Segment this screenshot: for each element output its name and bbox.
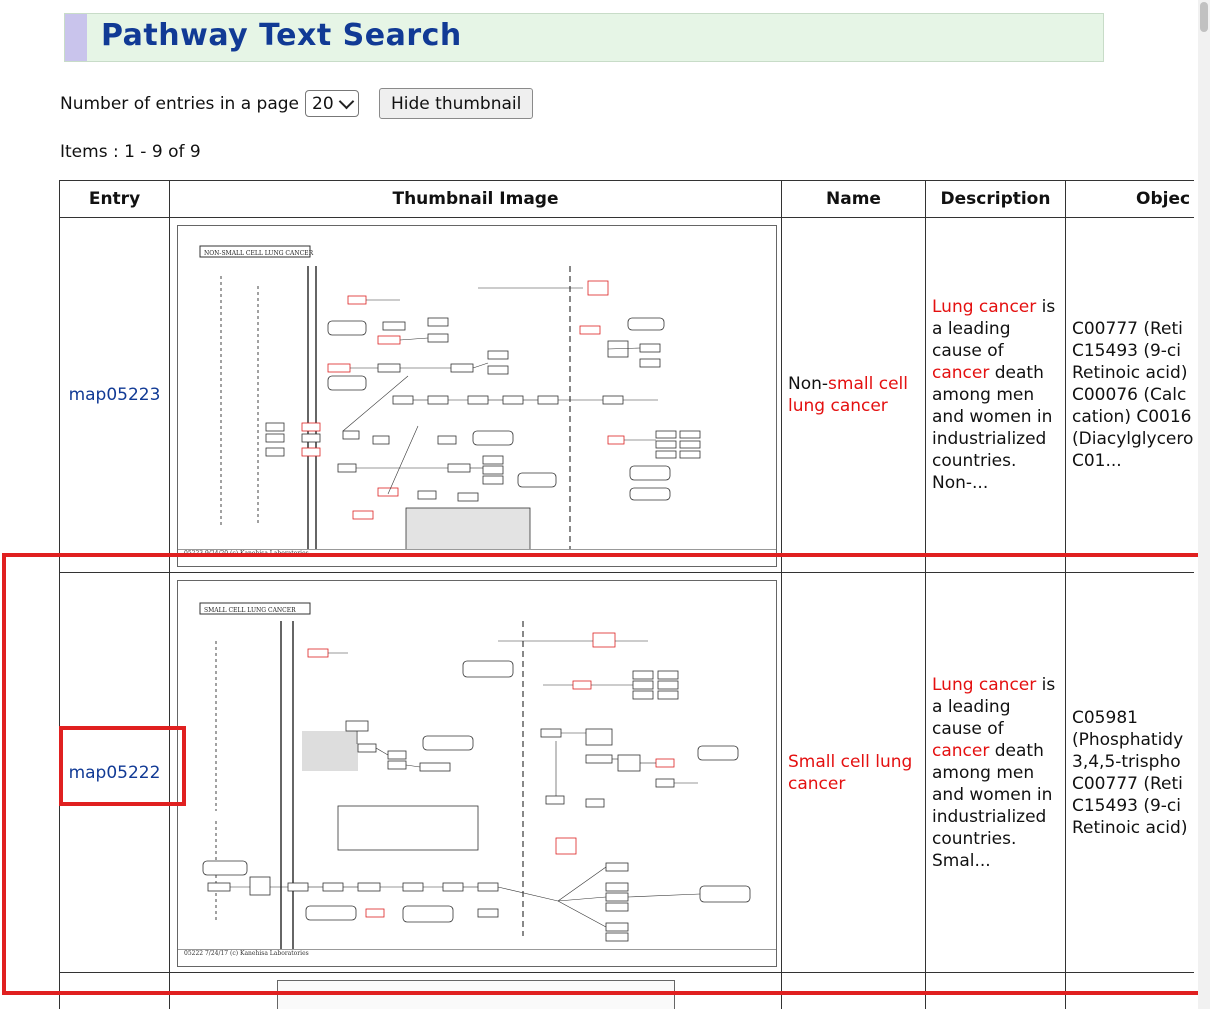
description-cell: Lung cancer is a leading cause of cancer…: [925, 572, 1066, 973]
name-prefix: Non-: [788, 374, 829, 394]
entries-per-page-select[interactable]: 20: [305, 90, 359, 117]
entries-select-value: 20: [312, 93, 334, 114]
title-accent: [65, 14, 87, 61]
entry-cell: map05222: [59, 572, 170, 973]
table-row: map05223 NON-SMALL CELL LUNG CANCER 0522…: [59, 217, 1194, 573]
thumbnail-cell: [169, 972, 782, 1009]
pathway-thumbnail[interactable]: [277, 980, 675, 1009]
results-table-wrapper: Entry Thumbnail Image Name Description O…: [59, 180, 1194, 1009]
page-title-bar: Pathway Text Search: [64, 13, 1104, 62]
objects-cell: C05981 (Phosphatidy 3,4,5-trispho C00777…: [1065, 572, 1194, 973]
page-controls: Number of entries in a page 20 Hide thum…: [60, 88, 534, 119]
pathway-diagram: SMALL CELL LUNG CANCER: [199, 602, 751, 949]
thumbnail-cell: SMALL CELL LUNG CANCER 05222 7/24/17 (c)…: [169, 572, 782, 973]
header-description: Description: [925, 180, 1066, 218]
pathway-thumbnail[interactable]: NON-SMALL CELL LUNG CANCER 05223 9/24/20…: [177, 225, 777, 567]
header-name: Name: [781, 180, 926, 218]
desc-highlight: Lung cancer: [932, 297, 1037, 317]
thumbnail-cell: NON-SMALL CELL LUNG CANCER 05223 9/24/20…: [169, 217, 782, 573]
desc-highlight: cancer: [932, 740, 990, 761]
desc-highlight: cancer: [932, 363, 990, 383]
thumb-title: NON-SMALL CELL LUNG CANCER: [204, 250, 314, 257]
pathway-diagram: NON-SMALL CELL LUNG CANCER: [199, 245, 701, 549]
desc-highlight: Lung cancer: [932, 674, 1037, 695]
name-cell: Small cell lung cancer: [781, 572, 926, 973]
items-count: Items : 1 - 9 of 9: [60, 142, 201, 162]
entry-link[interactable]: map05223: [69, 385, 161, 405]
table-header-row: Entry Thumbnail Image Name Description O…: [59, 180, 1194, 218]
description-cell: [925, 972, 1066, 1009]
results-table: Entry Thumbnail Image Name Description O…: [59, 180, 1194, 1009]
thumb-footer: 05223 9/24/20 (c) Kanehisa Laboratories: [178, 549, 776, 566]
name-cell: Non-small cell lung cancer: [781, 217, 926, 573]
header-objects: Objec: [1065, 180, 1194, 218]
scrollbar-thumb[interactable]: [1200, 2, 1208, 32]
name-highlight: Small cell lung cancer: [788, 751, 913, 794]
entry-cell: [59, 972, 170, 1009]
entries-label: Number of entries in a page: [60, 93, 299, 114]
table-row: map05222 SMALL CELL LUNG CANCER 05222 7/…: [59, 572, 1194, 973]
table-row: [59, 972, 1194, 1009]
objects-cell: [1065, 972, 1194, 1009]
name-cell: [781, 972, 926, 1009]
objects-cell: C00777 (Reti C15493 (9-ci Retinoic acid)…: [1065, 217, 1194, 573]
page-title: Pathway Text Search: [101, 18, 462, 53]
thumb-title: SMALL CELL LUNG CANCER: [204, 607, 296, 614]
pathway-thumbnail[interactable]: SMALL CELL LUNG CANCER 05222 7/24/17 (c)…: [177, 580, 777, 967]
description-cell: Lung cancer is a leading cause of cancer…: [925, 217, 1066, 573]
hide-thumbnail-button[interactable]: Hide thumbnail: [379, 88, 534, 119]
page-scrollbar[interactable]: [1198, 0, 1210, 1009]
header-thumbnail: Thumbnail Image: [169, 180, 782, 218]
chevron-down-icon: [338, 93, 355, 109]
thumb-footer: 05222 7/24/17 (c) Kanehisa Laboratories: [178, 949, 776, 966]
entry-cell: map05223: [59, 217, 170, 573]
entry-link[interactable]: map05222: [69, 763, 161, 783]
header-entry: Entry: [59, 180, 170, 218]
